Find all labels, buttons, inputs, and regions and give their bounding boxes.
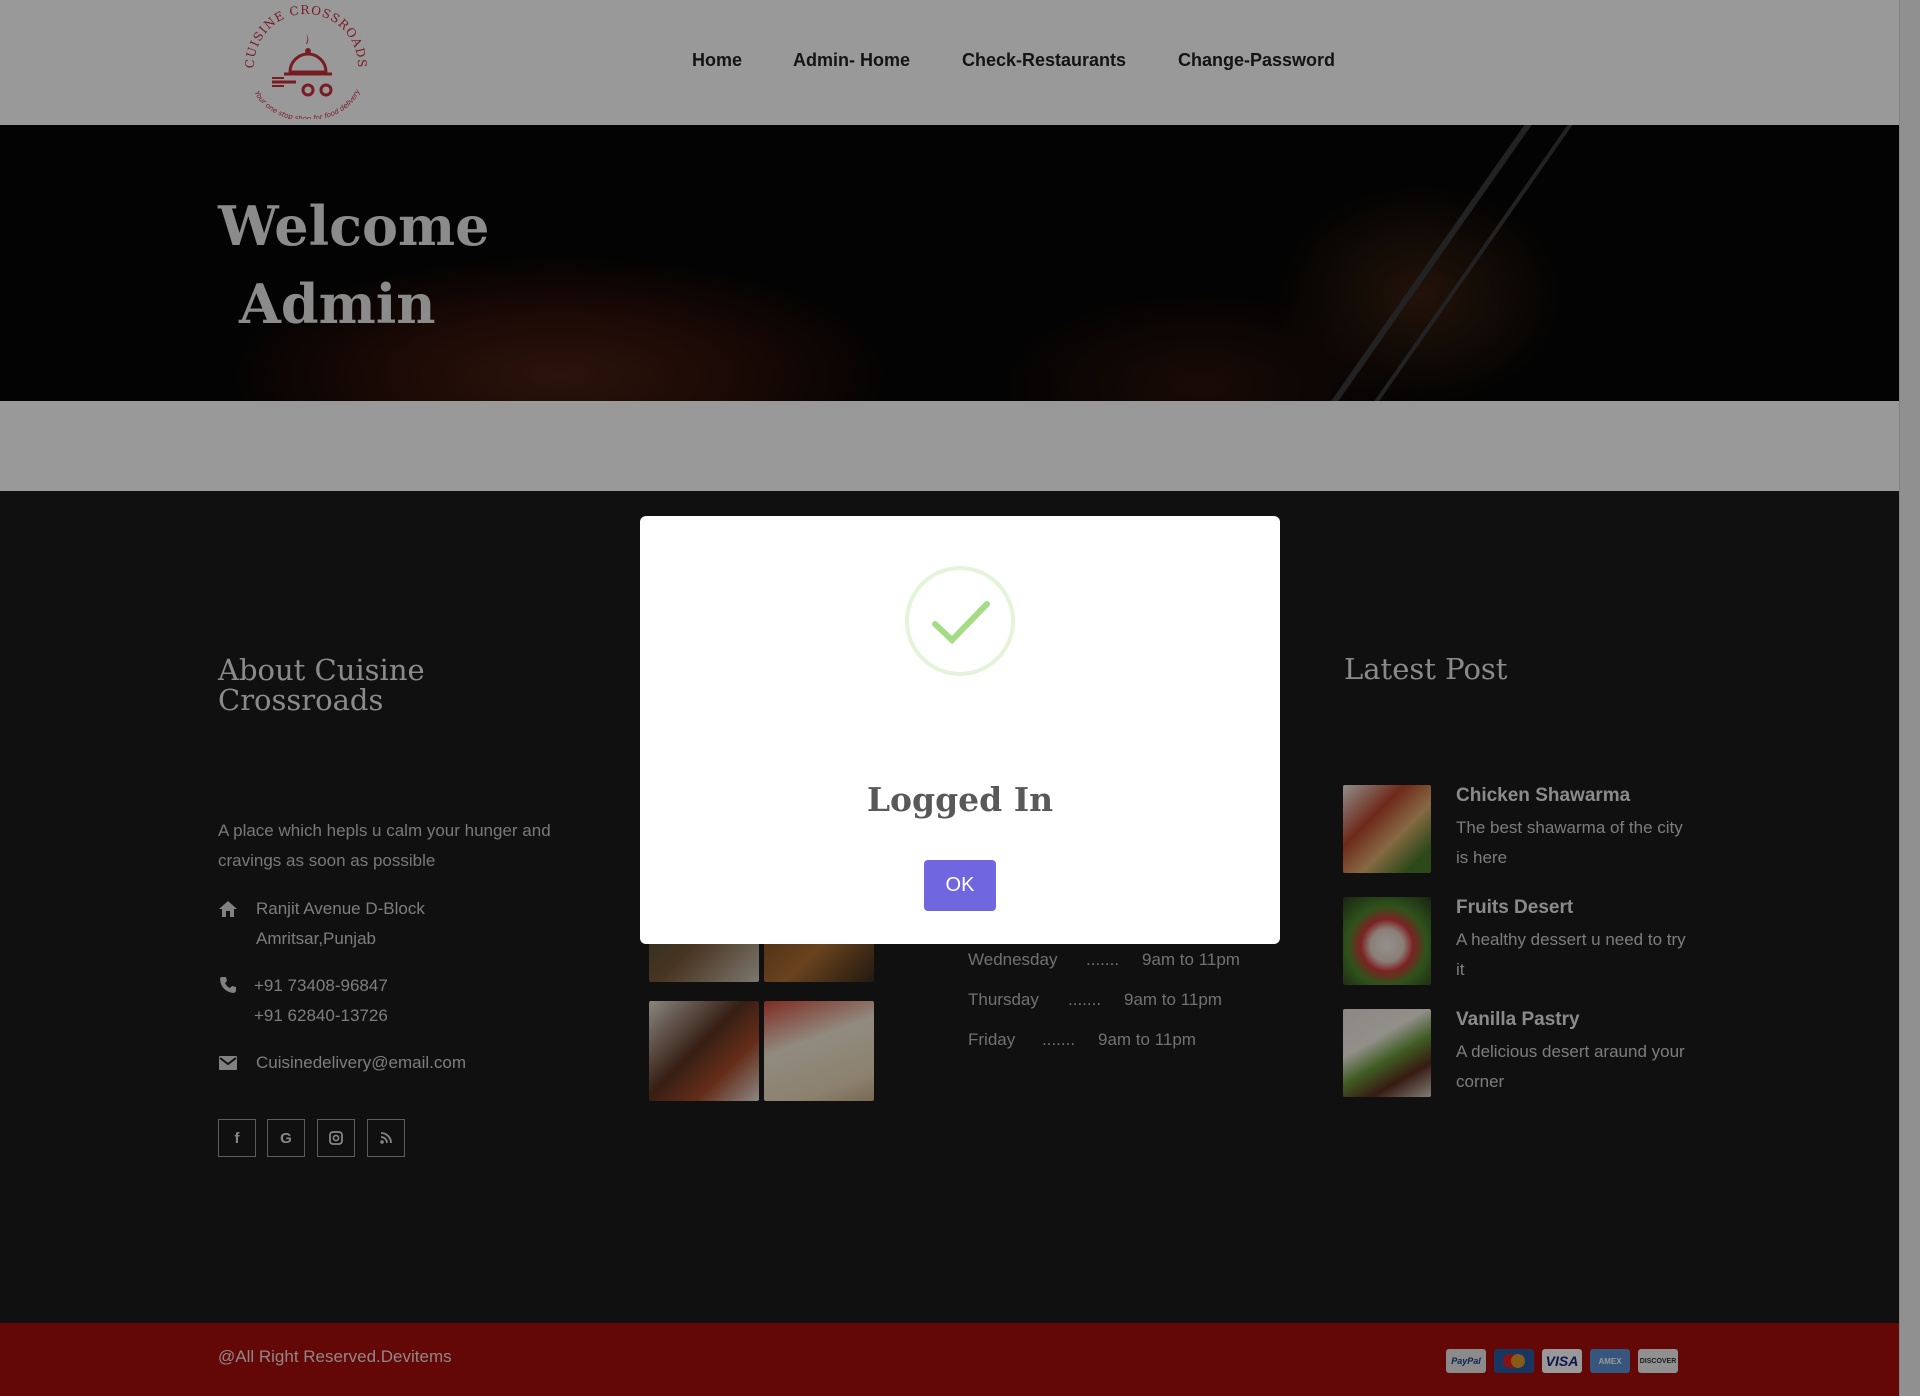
success-dialog: Logged In OK xyxy=(640,516,1280,944)
success-check-icon xyxy=(905,566,1015,676)
modal-overlay[interactable]: Logged In OK xyxy=(0,0,1920,1396)
ok-button[interactable]: OK xyxy=(924,860,996,911)
dialog-title: Logged In xyxy=(866,780,1054,819)
